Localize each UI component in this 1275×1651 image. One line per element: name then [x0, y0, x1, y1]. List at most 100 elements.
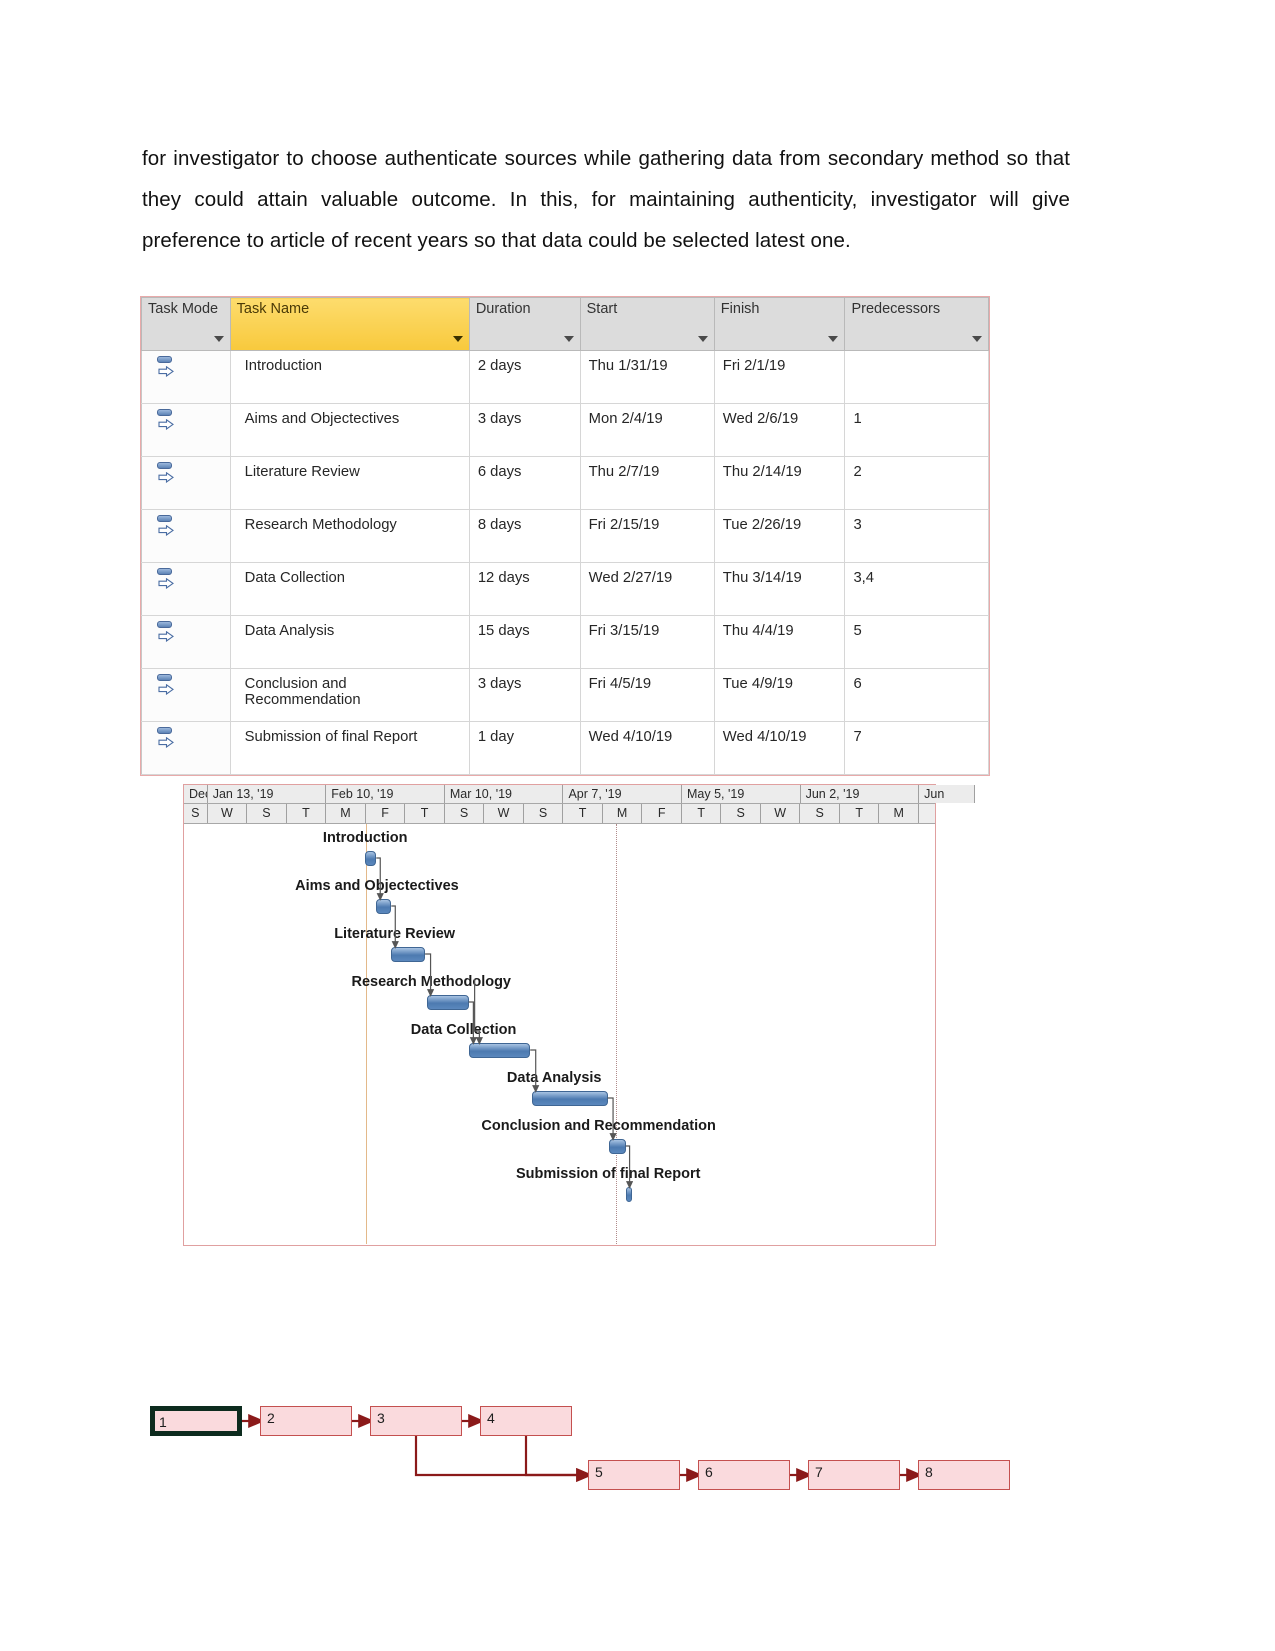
network-node[interactable]: 4: [480, 1406, 572, 1436]
cell-finish[interactable]: Wed 4/10/19: [713, 721, 846, 775]
gantt-day-cell: M: [602, 804, 643, 823]
chevron-down-icon[interactable]: [213, 336, 224, 342]
gantt-chart: Dec 16, '18Jan 13, '19Feb 10, '19Mar 10,…: [183, 784, 975, 1246]
network-node[interactable]: 3: [370, 1406, 462, 1436]
cell-duration[interactable]: 1 day: [468, 721, 581, 775]
chevron-down-icon[interactable]: [828, 336, 839, 342]
cell-task-mode[interactable]: [141, 456, 231, 510]
cell-duration[interactable]: 15 days: [468, 615, 581, 669]
network-node[interactable]: 7: [808, 1460, 900, 1490]
cell-predecessors[interactable]: 3,4: [844, 562, 989, 616]
cell-finish[interactable]: Fri 2/1/19: [713, 350, 846, 404]
cell-task-name[interactable]: Submission of final Report: [229, 721, 470, 775]
cell-start[interactable]: Fri 4/5/19: [579, 668, 715, 722]
gantt-plot-area: Introduction Aims and Objectectives Litera…: [184, 824, 935, 1244]
chevron-down-icon[interactable]: [452, 336, 463, 342]
column-header-label: Task Name: [236, 301, 310, 317]
column-header-task-name[interactable]: Task Name: [229, 297, 470, 351]
cell-duration[interactable]: 3 days: [468, 668, 581, 722]
gantt-month-cell: Jun: [919, 785, 975, 803]
cell-task-name[interactable]: Aims and Objectectives: [229, 403, 470, 457]
gantt-day-cell: W: [207, 804, 248, 823]
cell-predecessors[interactable]: 7: [844, 721, 989, 775]
cell-finish[interactable]: Thu 4/4/19: [713, 615, 846, 669]
cell-task-name[interactable]: Introduction: [229, 350, 470, 404]
cell-start[interactable]: Thu 2/7/19: [579, 456, 715, 510]
gantt-day-cell: F: [642, 804, 682, 823]
cell-task-name[interactable]: Data Analysis: [229, 615, 470, 669]
column-header-label: Finish: [720, 301, 760, 317]
gantt-month-cell: Mar 10, '19: [444, 785, 564, 803]
cell-task-name[interactable]: Data Collection: [229, 562, 470, 616]
cell-task-mode[interactable]: [141, 509, 231, 563]
cell-duration[interactable]: 8 days: [468, 509, 581, 563]
gantt-day-cell: S: [184, 804, 208, 823]
cell-predecessors[interactable]: 6: [844, 668, 989, 722]
table-row[interactable]: Aims and Objectectives 3 days Mon 2/4/19 We…: [141, 403, 989, 457]
table-row[interactable]: Submission of final Report 1 day Wed 4/10/…: [141, 721, 989, 775]
cell-finish[interactable]: Wed 2/6/19: [713, 403, 846, 457]
chevron-down-icon[interactable]: [972, 336, 982, 342]
cell-start[interactable]: Mon 2/4/19: [579, 403, 715, 457]
cell-task-mode[interactable]: [141, 668, 231, 722]
cell-duration[interactable]: 2 days: [468, 350, 581, 404]
gantt-month-cell: Feb 10, '19: [326, 785, 445, 803]
cell-finish[interactable]: Thu 2/14/19: [713, 456, 846, 510]
cell-finish[interactable]: Tue 4/9/19: [713, 668, 846, 722]
table-row[interactable]: Data Collection 12 days Wed 2/27/19 Thu 3/1…: [141, 562, 989, 616]
gantt-day-cell: W: [760, 804, 801, 823]
cell-start[interactable]: Wed 2/27/19: [579, 562, 715, 616]
cell-duration[interactable]: 6 days: [468, 456, 581, 510]
cell-task-name[interactable]: Conclusion and Recommendation: [229, 668, 470, 722]
gantt-day-cell: F: [365, 804, 406, 823]
gantt-month-cell: May 5, '19: [682, 785, 801, 803]
network-node[interactable]: 1: [150, 1406, 242, 1436]
cell-start[interactable]: Wed 4/10/19: [579, 721, 715, 775]
column-header-task-mode[interactable]: Task Mode: [141, 297, 231, 351]
table-row[interactable]: Conclusion and Recommendation 3 days Fri 4…: [141, 668, 989, 722]
gantt-day-cell: W: [484, 804, 524, 823]
column-header-start[interactable]: Start: [579, 297, 715, 351]
cell-predecessors[interactable]: 5: [844, 615, 989, 669]
table-row[interactable]: Data Analysis 15 days Fri 3/15/19 Thu 4/4/1…: [141, 615, 989, 669]
column-header-predecessors[interactable]: Predecessors: [844, 297, 989, 351]
cell-predecessors[interactable]: [844, 350, 989, 404]
cell-task-mode[interactable]: [141, 562, 231, 616]
gantt-day-cell: T: [405, 804, 445, 823]
table-row[interactable]: Introduction 2 days Thu 1/31/19 Fri 2/1/19: [141, 350, 989, 404]
cell-start[interactable]: Thu 1/31/19: [579, 350, 715, 404]
column-header-duration[interactable]: Duration: [468, 297, 581, 351]
cell-task-name[interactable]: Literature Review: [229, 456, 470, 510]
gantt-day-cell: S: [721, 804, 761, 823]
cell-task-mode[interactable]: [141, 615, 231, 669]
network-node[interactable]: 6: [698, 1460, 790, 1490]
cell-start[interactable]: Fri 2/15/19: [579, 509, 715, 563]
network-node[interactable]: 8: [918, 1460, 1010, 1490]
cell-task-name[interactable]: Research Methodology: [229, 509, 470, 563]
table-row[interactable]: Literature Review 6 days Thu 2/7/19 Thu 2/1…: [141, 456, 989, 510]
cell-predecessors[interactable]: 1: [844, 403, 989, 457]
cell-finish[interactable]: Thu 3/14/19: [713, 562, 846, 616]
cell-finish[interactable]: Tue 2/26/19: [713, 509, 846, 563]
cell-task-mode[interactable]: [141, 721, 231, 775]
gantt-day-cell: S: [523, 804, 564, 823]
project-task-table: Task Mode Task Name Duration Start Finis…: [140, 296, 990, 776]
cell-predecessors[interactable]: 2: [844, 456, 989, 510]
cell-duration[interactable]: 12 days: [468, 562, 581, 616]
gantt-day-cell: S: [800, 804, 840, 823]
cell-duration[interactable]: 3 days: [468, 403, 581, 457]
gantt-day-cell: M: [879, 804, 919, 823]
chevron-down-icon[interactable]: [563, 336, 574, 342]
gantt-dependency-links: [376, 857, 634, 1189]
chevron-down-icon[interactable]: [697, 336, 708, 342]
cell-predecessors[interactable]: 3: [844, 509, 989, 563]
network-node[interactable]: 5: [588, 1460, 680, 1490]
network-node[interactable]: 2: [260, 1406, 352, 1436]
table-row[interactable]: Research Methodology 8 days Fri 2/15/19 Tue…: [141, 509, 989, 563]
column-header-label: Duration: [475, 301, 531, 317]
column-header-label: Start: [586, 301, 618, 317]
cell-task-mode[interactable]: [141, 350, 231, 404]
cell-task-mode[interactable]: [141, 403, 231, 457]
cell-start[interactable]: Fri 3/15/19: [579, 615, 715, 669]
column-header-finish[interactable]: Finish: [713, 297, 846, 351]
